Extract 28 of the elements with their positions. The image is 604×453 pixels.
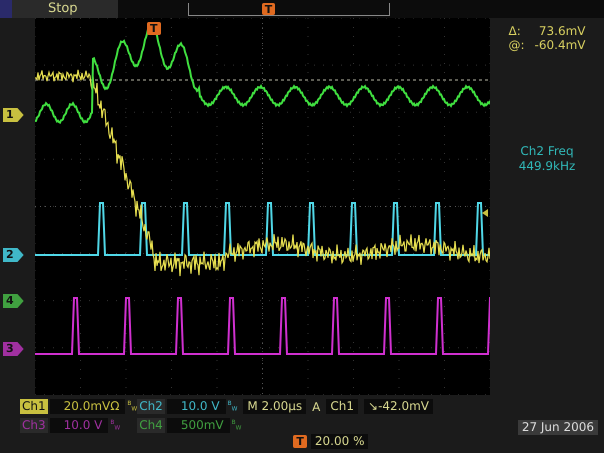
channel-label[interactable]: Ch2 [137,399,165,414]
measurement-value: 449.9kHz [518,159,576,174]
channel-scale: 10.0 V [166,399,226,414]
channel-marker[interactable]: 1 [3,108,24,122]
channel-scale: 10.0 V [50,418,108,433]
trigger-position-marker: T [293,435,307,448]
channel-marker[interactable]: 3 [3,342,24,356]
channel-scale: 20.0mVΩ [50,399,126,414]
channel-label[interactable]: Ch4 [137,418,165,433]
cursor-position-label: @: [508,38,525,52]
trigger-position: 20.00 % [310,434,368,449]
channel-label[interactable]: Ch1 [20,399,48,414]
cursor-position-value: -60.4mV [534,38,586,52]
trigger-marker: T [262,2,276,14]
cursor-delta-value: 73.6mV [538,24,586,38]
channel-scale: 500mV [166,418,230,433]
trigger-source: Ch1 [326,399,358,414]
timebase-readout: M 2.00µs [243,399,306,414]
trigger-level-icon [482,209,488,217]
measurement-label: Ch2 Freq [520,144,574,159]
trigger-mode: A [312,400,320,414]
trigger-level: ↘-42.0mV [364,399,434,414]
cursor-delta-label: Δ: [508,24,522,38]
trigger-marker: T [147,22,161,35]
date-readout: 27 Jun 2006 [518,420,598,435]
channel-marker[interactable]: 2 [3,248,24,262]
channel-marker[interactable]: 4 [3,294,24,308]
acquisition-status: Stop [0,0,118,18]
